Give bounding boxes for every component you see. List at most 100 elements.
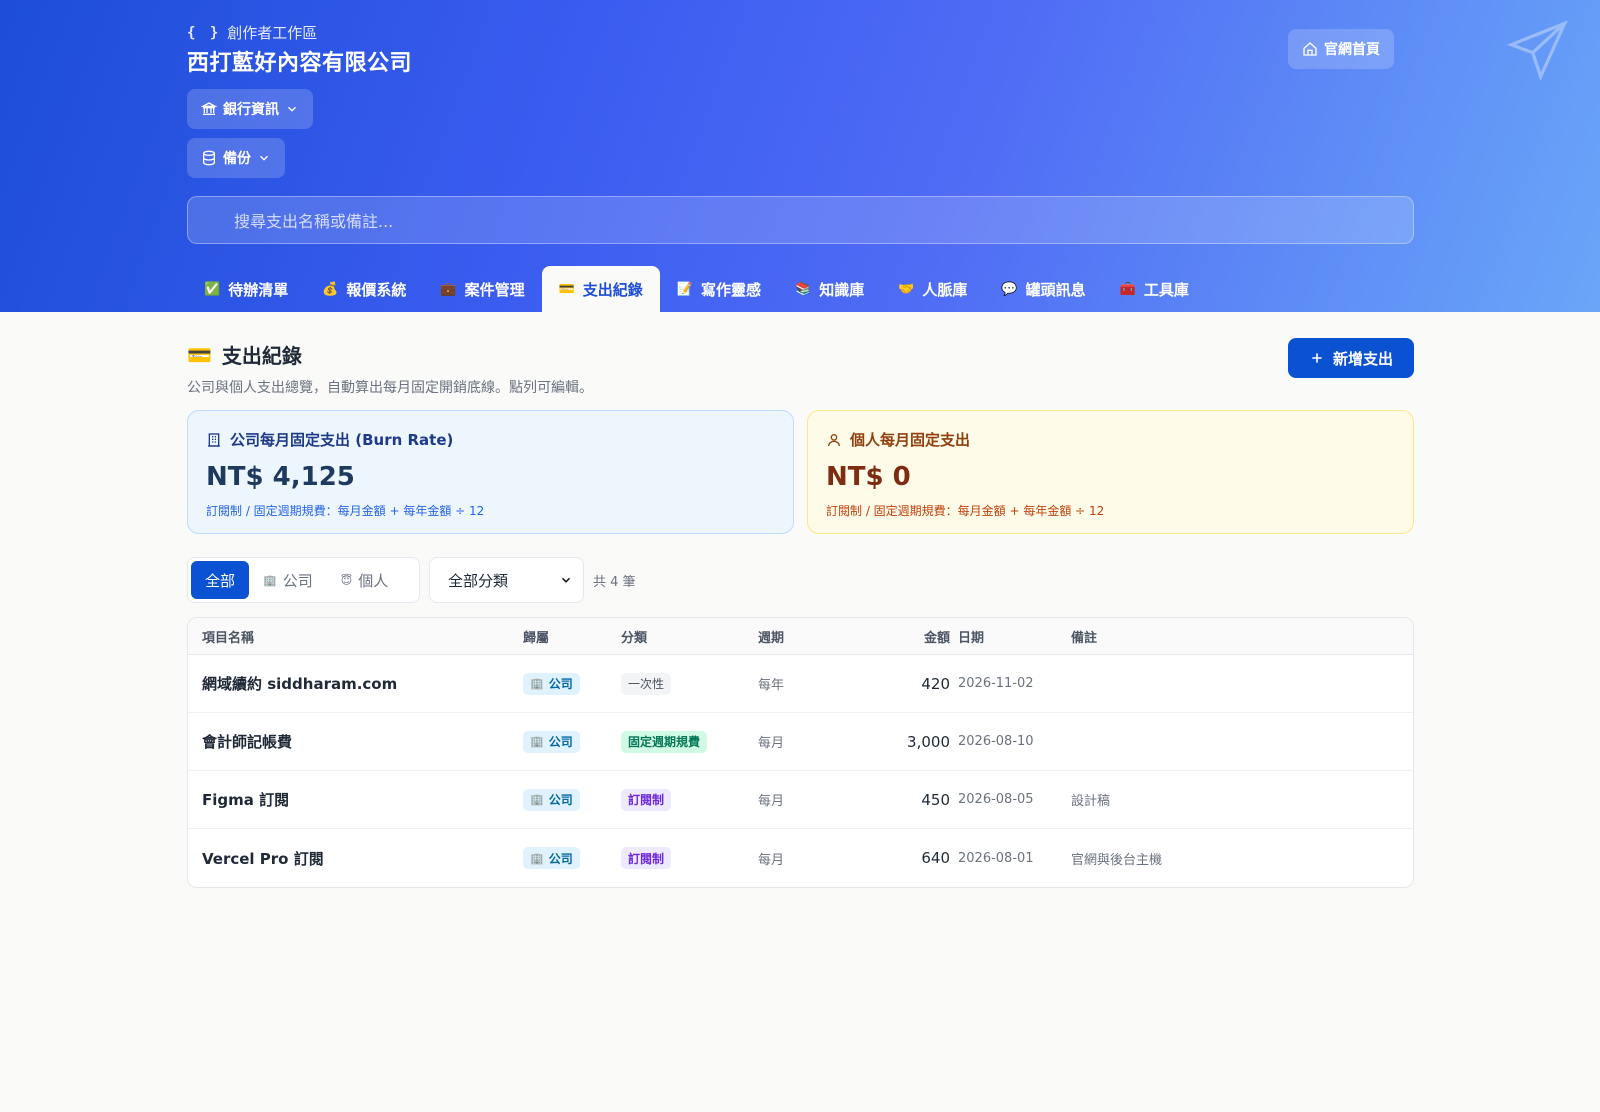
filter-company[interactable]: 🏢 公司 bbox=[249, 561, 327, 599]
row-date: 2026-08-10 bbox=[958, 734, 1034, 749]
credit-card-icon: 💳 bbox=[187, 342, 212, 367]
row-note: 官網與後台主機 bbox=[1071, 852, 1163, 868]
home-button[interactable]: 官網首頁 bbox=[1288, 29, 1394, 69]
tab-label: 工具庫 bbox=[1143, 280, 1189, 299]
row-amount: 3,000 bbox=[907, 732, 950, 751]
tab-label: 寫作靈感 bbox=[701, 280, 762, 299]
row-name: Vercel Pro 訂閱 bbox=[202, 849, 324, 868]
tab-quotes[interactable]: 💰 報價系統 bbox=[305, 266, 423, 312]
personal-card-label: 個人每月固定支出 bbox=[826, 429, 1395, 450]
tab-todo[interactable]: ✅ 待辦清單 bbox=[187, 266, 305, 312]
tab-contacts[interactable]: 🤝 人脈庫 bbox=[881, 266, 984, 312]
owner-badge: 🏢 公司 bbox=[523, 730, 580, 753]
row-amount: 640 bbox=[921, 849, 950, 867]
chevron-down-icon bbox=[288, 106, 296, 112]
tab-label: 罐頭訊息 bbox=[1025, 280, 1086, 299]
category-select[interactable]: 全部分類 bbox=[429, 557, 584, 603]
tab-cases[interactable]: 💼 案件管理 bbox=[423, 266, 541, 312]
building-icon: 🏢 bbox=[530, 851, 544, 865]
filter-personal-label: 個人 bbox=[358, 571, 389, 590]
row-owner: 🏢 公司 bbox=[523, 829, 580, 887]
tab-writing[interactable]: 📝 寫作靈感 bbox=[660, 266, 778, 312]
tab-label: 報價系統 bbox=[346, 280, 407, 299]
backup-button[interactable]: 備份 bbox=[187, 138, 285, 178]
expense-table: 項目名稱 歸屬 分類 週期 金額 日期 備註 網域續約 siddharam.co… bbox=[187, 617, 1414, 888]
row-owner: 🏢 公司 bbox=[523, 771, 580, 828]
row-name: 會計師記帳費 bbox=[202, 733, 293, 751]
tab-knowledge[interactable]: 📚 知識庫 bbox=[778, 266, 881, 312]
tab-canned-messages[interactable]: 💬 罐頭訊息 bbox=[984, 266, 1102, 312]
memo-icon: 📝 bbox=[676, 281, 693, 297]
tab-label: 支出紀錄 bbox=[582, 280, 643, 299]
owner-badge-label: 公司 bbox=[548, 793, 573, 807]
building-icon bbox=[208, 432, 220, 447]
company-card-note: 訂閱制 / 固定週期規費：每月金額 + 每年金額 ÷ 12 bbox=[206, 504, 485, 518]
personal-burn-value: NT$ 0 bbox=[826, 462, 911, 492]
table-row[interactable]: Vercel Pro 訂閱 🏢 公司 訂閱制 每月 640 2026-08-01 … bbox=[188, 829, 1413, 887]
row-owner: 🏢 公司 bbox=[523, 655, 580, 712]
search-placeholder: 搜尋支出名稱或備註... bbox=[234, 212, 394, 231]
personal-card-label-text: 個人每月固定支出 bbox=[850, 431, 971, 449]
row-category: 訂閱制 bbox=[621, 829, 672, 887]
filter-personal[interactable]: 😇 個人 bbox=[327, 561, 402, 599]
building-icon: 🏢 bbox=[530, 793, 544, 806]
tab-tools[interactable]: 🧰 工具庫 bbox=[1103, 266, 1206, 312]
row-cycle: 每月 bbox=[758, 794, 785, 809]
money-bag-icon: 💰 bbox=[322, 281, 339, 297]
building-icon: 🏢 bbox=[263, 573, 277, 587]
owner-badge: 🏢 公司 bbox=[523, 672, 580, 695]
row-cycle: 每月 bbox=[758, 852, 785, 868]
add-expense-label: 新增支出 bbox=[1332, 349, 1393, 368]
header-date: 日期 bbox=[958, 630, 985, 646]
tab-label: 知識庫 bbox=[819, 280, 865, 299]
toolbox-icon: 🧰 bbox=[1119, 281, 1136, 297]
company-card-label-text: 公司每月固定支出 (Burn Rate) bbox=[230, 431, 454, 449]
table-row[interactable]: Figma 訂閱 🏢 公司 訂閱制 每月 450 2026-08-05 設計稿 bbox=[188, 771, 1413, 829]
plus-icon bbox=[1312, 353, 1322, 363]
search-input[interactable]: 搜尋支出名稱或備註... bbox=[187, 196, 1414, 244]
row-cycle: 每月 bbox=[758, 736, 785, 751]
hero-header: { } 創作者工作區 西打藍好內容有限公司 銀行資訊 備份 官網首頁 搜尋支出名… bbox=[0, 0, 1600, 312]
owner-badge-label: 公司 bbox=[548, 735, 573, 749]
row-name: Figma 訂閱 bbox=[202, 791, 290, 809]
header-cycle: 週期 bbox=[758, 630, 785, 646]
backup-label: 備份 bbox=[223, 151, 251, 167]
filter-all[interactable]: 全部 bbox=[191, 561, 250, 599]
page-title-text: 支出紀錄 bbox=[221, 344, 302, 368]
add-expense-button[interactable]: 新增支出 bbox=[1288, 338, 1414, 378]
row-owner: 🏢 公司 bbox=[523, 713, 580, 770]
personal-burn-card: 個人每月固定支出 NT$ 0 訂閱制 / 固定週期規費：每月金額 + 每年金額 … bbox=[807, 410, 1414, 534]
header-name: 項目名稱 bbox=[202, 630, 255, 646]
record-count: 共 4 筆 bbox=[593, 575, 636, 590]
page-title: 💳 支出紀錄 bbox=[187, 340, 1414, 369]
table-row[interactable]: 網域續約 siddharam.com 🏢 公司 一次性 每年 420 2026-1… bbox=[188, 655, 1413, 713]
bank-info-button[interactable]: 銀行資訊 bbox=[187, 89, 313, 129]
personal-card-note: 訂閱制 / 固定週期規費：每月金額 + 每年金額 ÷ 12 bbox=[826, 504, 1105, 518]
database-icon bbox=[203, 150, 215, 166]
handshake-icon: 🤝 bbox=[898, 281, 915, 297]
category-select-value: 全部分類 bbox=[448, 571, 509, 590]
braces-icon: { } bbox=[187, 24, 222, 41]
row-category: 訂閱制 bbox=[621, 771, 672, 828]
building-icon: 🏢 bbox=[530, 677, 544, 690]
tab-label: 案件管理 bbox=[464, 280, 525, 299]
row-category: 一次性 bbox=[621, 655, 672, 712]
user-icon bbox=[828, 433, 840, 446]
owner-badge: 🏢 公司 bbox=[523, 847, 580, 869]
row-date: 2026-08-01 bbox=[958, 850, 1034, 866]
company-name: 西打藍好內容有限公司 bbox=[187, 51, 413, 76]
header-note: 備註 bbox=[1071, 630, 1098, 646]
page-header: 💳 支出紀錄 公司與個人支出總覽，自動算出每月固定開銷底線。點列可編輯。 bbox=[187, 340, 1414, 397]
row-category: 固定週期規費 bbox=[621, 713, 708, 770]
company-burn-value: NT$ 4,125 bbox=[206, 462, 355, 492]
tab-expenses[interactable]: 💳 支出紀錄 bbox=[541, 266, 660, 312]
table-row[interactable]: 會計師記帳費 🏢 公司 固定週期規費 每月 3,000 2026-08-10 bbox=[188, 713, 1413, 771]
credit-card-icon: 💳 bbox=[558, 281, 575, 297]
paper-plane-icon bbox=[1506, 20, 1568, 82]
bank-icon bbox=[201, 102, 217, 115]
bank-info-label: 銀行資訊 bbox=[223, 102, 279, 118]
speech-bubble-icon: 💬 bbox=[1001, 281, 1018, 297]
owner-badge: 🏢 公司 bbox=[523, 788, 580, 811]
owner-badge-label: 公司 bbox=[548, 851, 573, 866]
tab-label: 待辦清單 bbox=[228, 280, 289, 299]
